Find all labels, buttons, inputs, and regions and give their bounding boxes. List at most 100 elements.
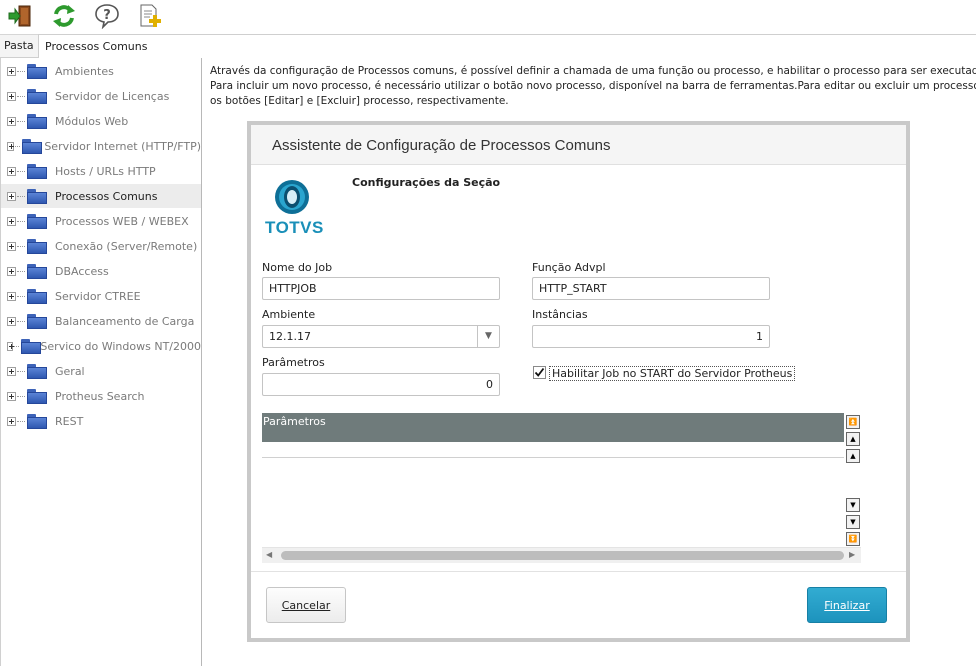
sidebar-item-label: REST <box>55 414 84 428</box>
sidebar-item-label: Servidor Internet (HTTP/FTP) <box>44 139 201 153</box>
scroll-down-button[interactable]: ▼ <box>846 498 860 512</box>
sidebar-item[interactable]: Servico do Windows NT/2000 <box>1 334 201 358</box>
down-arrow-icon: ▼ <box>850 517 856 526</box>
folder-icon <box>27 313 47 329</box>
sidebar-item[interactable]: Módulos Web <box>1 109 201 133</box>
wizard-dialog: Assistente de Configuração de Processos … <box>251 125 906 638</box>
exit-button[interactable] <box>6 2 34 30</box>
expand-icon[interactable] <box>7 341 15 351</box>
sidebar-item[interactable]: Servidor de Licenças <box>1 84 201 108</box>
exit-icon <box>8 5 31 27</box>
help-icon: ? <box>95 4 119 29</box>
sidebar-item-label: Ambientes <box>55 64 114 78</box>
job-name-input[interactable]: HTTPJOB <box>262 277 500 300</box>
expand-icon[interactable] <box>7 216 16 226</box>
sidebar-item[interactable]: Protheus Search <box>1 384 201 408</box>
finish-button[interactable]: Finalizar <box>807 587 887 623</box>
move-down-button[interactable]: ▼ <box>846 515 860 529</box>
sidebar-item-label: Servico do Windows NT/2000 <box>40 339 201 353</box>
sidebar-item-label: Conexão (Server/Remote) <box>55 239 198 253</box>
folder-icon <box>22 138 43 154</box>
folder-icon <box>27 63 47 79</box>
chevron-down-icon[interactable]: ▼ <box>477 326 499 347</box>
dialog-title: Assistente de Configuração de Processos … <box>272 137 611 154</box>
expand-icon[interactable] <box>7 316 16 326</box>
enable-job-checkbox[interactable] <box>533 366 546 379</box>
expand-icon[interactable] <box>7 141 14 151</box>
params-input[interactable]: 0 <box>262 373 500 396</box>
environment-value: 12.1.17 <box>269 330 311 343</box>
wizard-dialog-frame: Assistente de Configuração de Processos … <box>247 121 910 642</box>
expand-icon[interactable] <box>7 166 16 176</box>
sidebar-tree: Ambientes Servidor de Licenças Módulos Web… <box>0 58 202 666</box>
expand-icon[interactable] <box>7 91 16 101</box>
toolbar: ? <box>0 0 976 34</box>
sidebar-item-label: DBAccess <box>55 264 109 278</box>
help-button[interactable]: ? <box>93 2 121 30</box>
tree-connector <box>17 420 25 422</box>
expand-icon[interactable] <box>7 391 16 401</box>
refresh-button[interactable] <box>50 2 78 30</box>
expand-icon[interactable] <box>7 291 16 301</box>
sidebar-item-label: Processos WEB / WEBEX <box>55 214 189 228</box>
sidebar-item[interactable]: Servidor CTREE <box>1 284 201 308</box>
params-label: Parâmetros <box>262 356 325 369</box>
environment-select[interactable]: 12.1.17 ▼ <box>262 325 500 348</box>
sidebar-item[interactable]: Conexão (Server/Remote) <box>1 234 201 258</box>
double-down-arrow-icon: ⏬ <box>848 534 858 543</box>
cancel-button[interactable]: Cancelar <box>266 587 346 623</box>
section-title: Configurações da Seção <box>352 176 501 189</box>
page-description: Através da configuração de Processos com… <box>210 64 976 109</box>
move-to-top-button[interactable]: ⏫ <box>846 415 860 429</box>
params-grid: Parâmetros ⏫ ▲ ▲ ▼ ▼ ⏬ ◀ ▶ <box>262 413 861 565</box>
sidebar-item-label: Balanceamento de Carga <box>55 314 195 328</box>
sidebar-item[interactable]: Hosts / URLs HTTP <box>1 159 201 183</box>
sidebar-item[interactable]: Balanceamento de Carga <box>1 309 201 333</box>
enable-job-label[interactable]: Habilitar Job no START do Servidor Proth… <box>549 366 796 381</box>
move-to-bottom-button[interactable]: ⏬ <box>846 532 860 546</box>
sidebar-item[interactable]: REST <box>1 409 201 433</box>
scroll-up-button[interactable]: ▲ <box>846 449 860 463</box>
folder-icon <box>27 238 47 254</box>
expand-icon[interactable] <box>7 366 16 376</box>
tree-connector <box>17 395 25 397</box>
expand-icon[interactable] <box>7 266 16 276</box>
sidebar-item-label: Geral <box>55 364 85 378</box>
sidebar-item[interactable]: Ambientes <box>1 59 201 83</box>
tree-connector <box>17 95 25 97</box>
checkmark-icon <box>534 367 545 377</box>
sidebar-item-label: Servidor CTREE <box>55 289 141 303</box>
environment-label: Ambiente <box>262 308 316 321</box>
folder-icon <box>27 413 47 429</box>
expand-icon[interactable] <box>7 116 16 126</box>
folder-icon <box>27 388 47 404</box>
sidebar-item[interactable]: Geral <box>1 359 201 383</box>
dialog-header: Assistente de Configuração de Processos … <box>251 125 906 165</box>
grid-horizontal-scrollbar[interactable]: ◀ ▶ <box>262 547 861 563</box>
down-arrow-icon: ▼ <box>850 500 856 509</box>
tree-connector <box>17 245 25 247</box>
function-input[interactable]: HTTP_START <box>532 277 770 300</box>
expand-icon[interactable] <box>7 416 16 426</box>
new-process-button[interactable] <box>136 2 164 30</box>
sidebar-item[interactable]: Servidor Internet (HTTP/FTP) <box>1 134 201 158</box>
scrollbar-thumb[interactable] <box>281 551 844 560</box>
expand-icon[interactable] <box>7 66 16 76</box>
folder-icon <box>27 363 47 379</box>
tree-connector <box>14 345 19 347</box>
function-label: Função Advpl <box>532 261 606 274</box>
scroll-right-icon[interactable]: ▶ <box>849 550 855 559</box>
expand-icon[interactable] <box>7 191 16 201</box>
instances-input[interactable]: 1 <box>532 325 770 348</box>
tree-connector <box>17 320 25 322</box>
tab-pasta[interactable]: Pasta <box>0 35 38 58</box>
tab-processos-comuns[interactable]: Processos Comuns <box>38 34 976 58</box>
sidebar-item[interactable]: DBAccess <box>1 259 201 283</box>
expand-icon[interactable] <box>7 241 16 251</box>
sidebar-item[interactable]: Processos WEB / WEBEX <box>1 209 201 233</box>
sidebar-item[interactable]: Processos Comuns <box>1 184 201 208</box>
refresh-icon <box>53 5 75 27</box>
move-up-button[interactable]: ▲ <box>846 432 860 446</box>
scroll-left-icon[interactable]: ◀ <box>266 550 272 559</box>
grid-row-divider <box>262 457 844 458</box>
